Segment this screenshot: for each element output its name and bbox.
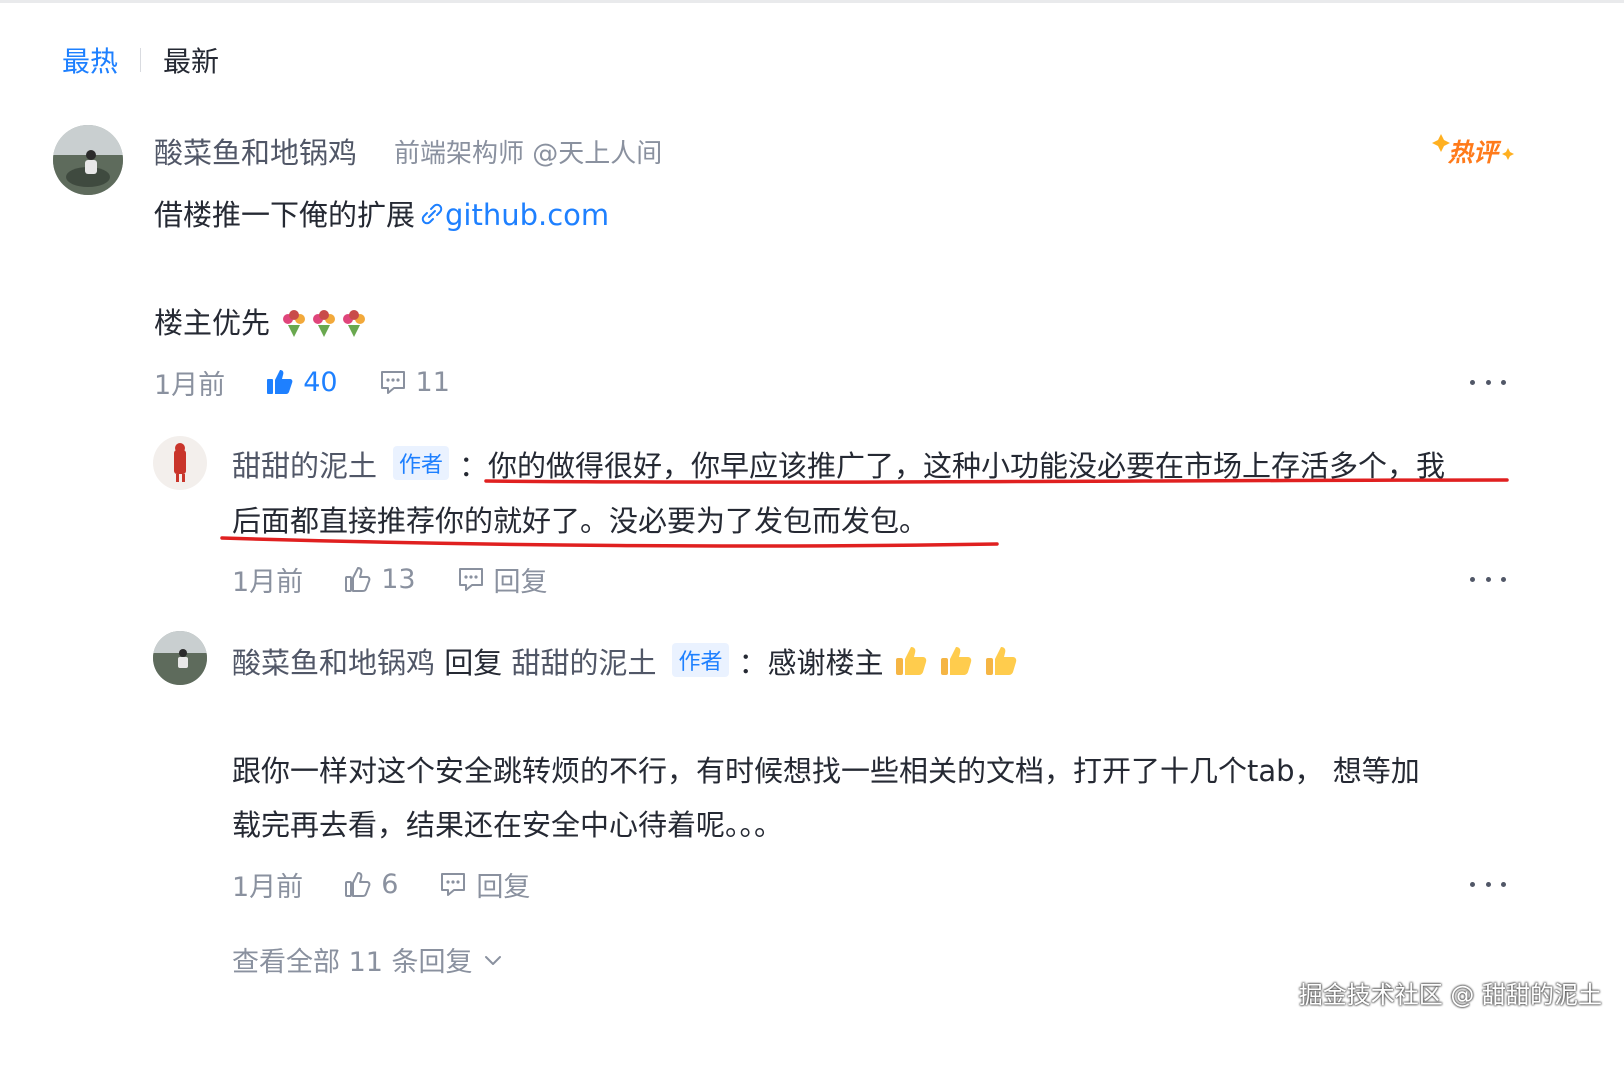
reply2-line-1: 酸菜鱼和地锅鸡 回复 甜甜的泥土 作者 ：感谢楼主: [232, 640, 1019, 686]
reply-time: 1月前: [232, 871, 304, 903]
thumbs-up-emoji-icon: [983, 643, 1019, 686]
reply-button[interactable]: 11: [378, 367, 450, 398]
more-options-icon[interactable]: [1470, 882, 1506, 892]
like-button[interactable]: 40: [265, 366, 338, 398]
reply-text-3: 载完再去看，结果还在安全中心待着呢。。。: [232, 808, 784, 842]
avatar[interactable]: [153, 436, 207, 490]
top-divider: [0, 0, 1624, 3]
author-tag: 作者: [393, 446, 450, 480]
tab-separator: [140, 48, 142, 72]
like-count: 40: [303, 366, 338, 398]
bouquet-icon: [339, 309, 369, 346]
avatar-photo: [53, 125, 123, 195]
link-icon: [419, 200, 445, 234]
avatar-photo: [153, 631, 207, 685]
bouquet-icon: [279, 309, 309, 346]
reply-author[interactable]: 酸菜鱼和地锅鸡: [232, 646, 435, 680]
reply-label: 回复: [493, 566, 548, 598]
view-all-label: 查看全部 11 条回复: [232, 947, 473, 978]
more-options-icon[interactable]: [1470, 380, 1506, 390]
colon: ：: [459, 449, 489, 483]
avatar[interactable]: [53, 125, 123, 195]
comment-bubble-icon: [458, 568, 483, 591]
comment-actions: 1月前 40 11: [154, 362, 490, 402]
comment-text: 借楼推一下俺的扩展: [154, 198, 416, 232]
tab-new[interactable]: 最新: [163, 40, 219, 80]
like-count: 6: [381, 868, 399, 900]
like-count: 13: [381, 563, 416, 595]
colon: ：: [738, 646, 768, 680]
reply-button[interactable]: 回复: [438, 865, 530, 904]
tab-hot[interactable]: 最热: [62, 40, 118, 80]
reply-button[interactable]: 回复: [456, 560, 548, 599]
comment-bubble-icon: [441, 873, 466, 896]
thumbs-up-emoji-icon: [938, 643, 974, 686]
reply-target[interactable]: 甜甜的泥土: [511, 646, 656, 680]
comment-author[interactable]: 酸菜鱼和地锅鸡: [154, 130, 357, 172]
github-link[interactable]: github.com: [445, 198, 609, 232]
like-button[interactable]: 13: [343, 563, 416, 595]
chevron-down-icon: [484, 955, 501, 965]
reply1-line-2: 后面都直接推荐你的就好了。没必要为了发包而发包。: [232, 498, 928, 540]
reply2-actions: 1月前 6 回复: [232, 864, 570, 904]
comment-line-2: 楼主优先: [154, 300, 369, 346]
more-options-icon[interactable]: [1470, 577, 1506, 587]
reply-author[interactable]: 甜甜的泥土: [232, 449, 377, 483]
reply2-line-3: 载完再去看，结果还在安全中心待着呢。。。: [232, 802, 783, 844]
view-all-replies-button[interactable]: 查看全部 11 条回复: [232, 940, 503, 979]
comment-time: 1月前: [154, 369, 226, 401]
thumbs-up-filled-icon: [267, 370, 293, 394]
sort-tabs: 最热 最新: [62, 40, 219, 80]
reply-time: 1月前: [232, 566, 304, 598]
avatar-photo: [153, 436, 207, 490]
reply1-actions: 1月前 13 回复: [232, 559, 588, 599]
hot-badge-text: 热评: [1447, 138, 1502, 167]
reply-label: 回复: [476, 871, 531, 903]
thumbs-up-icon: [345, 567, 371, 592]
bouquet-icon: [309, 309, 339, 346]
reply-text: 感谢楼主: [767, 646, 884, 680]
reply-word: 回复: [444, 646, 503, 680]
comment-bubble-icon: [380, 371, 405, 394]
reply2-line-2: 跟你一样对这个安全跳转烦的不行，有时候想找一些相关的文档，打开了十几个tab， …: [232, 748, 1420, 790]
reply-text-2: 后面都直接推荐你的就好了。没必要为了发包而发包。: [232, 504, 929, 538]
hot-comment-badge: 热评: [1432, 134, 1514, 167]
comment-line-1: 借楼推一下俺的扩展 github.com: [154, 192, 609, 234]
reply-count: 11: [415, 366, 450, 398]
author-tag: 作者: [672, 643, 729, 677]
avatar[interactable]: [153, 631, 207, 685]
reply-text: 你的做得很好，你早应该推广了，这种小功能没必要在市场上存活多个，我: [488, 449, 1446, 483]
thumbs-up-emoji-icon: [893, 643, 929, 686]
like-button[interactable]: 6: [343, 869, 398, 900]
author-job-title: 前端架构师 @天上人间: [394, 139, 663, 169]
reply1-line-1: 甜甜的泥土 作者 ：你的做得很好，你早应该推广了，这种小功能没必要在市场上存活多个，…: [232, 443, 1445, 485]
thumbs-up-icon: [345, 872, 371, 897]
reply-text-2: 跟你一样对这个安全跳转烦的不行，有时候想找一些相关的文档，打开了十几个tab， …: [232, 754, 1420, 788]
watermark: 掘金技术社区 @ 甜甜的泥土: [1298, 981, 1602, 1009]
comment-text-2: 楼主优先: [154, 306, 271, 340]
